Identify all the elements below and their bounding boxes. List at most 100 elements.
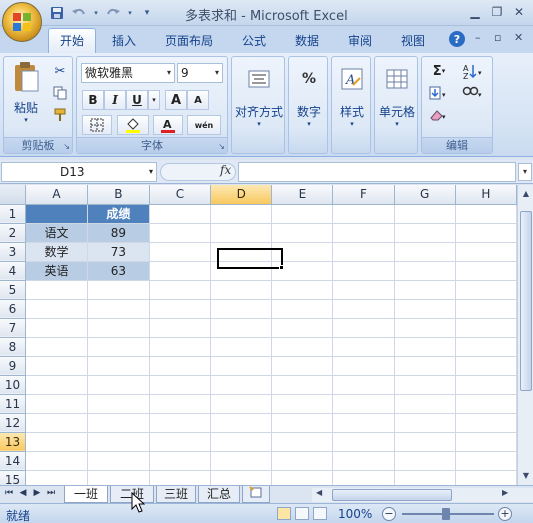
cells-button[interactable]: 单元格 ▾: [376, 63, 418, 128]
page-layout-view-icon[interactable]: [295, 507, 309, 520]
next-sheet-icon[interactable]: ▶: [31, 488, 43, 502]
cell-h3[interactable]: [455, 242, 517, 262]
cell-d2[interactable]: [210, 223, 273, 243]
cell[interactable]: [210, 451, 273, 471]
cell-h4[interactable]: [455, 261, 517, 281]
cell-c4[interactable]: [149, 261, 212, 281]
cell[interactable]: [87, 394, 150, 414]
cell[interactable]: [25, 318, 88, 338]
tab-view[interactable]: 视图: [401, 32, 425, 49]
cell-c3[interactable]: [149, 242, 212, 262]
cell[interactable]: [210, 280, 273, 300]
cell[interactable]: [394, 394, 456, 414]
cell[interactable]: [394, 451, 456, 471]
cell[interactable]: [394, 280, 456, 300]
cell[interactable]: [332, 299, 395, 319]
cell[interactable]: [455, 337, 517, 357]
worksheet-grid[interactable]: A B C D E F G H 1 成绩 2 语文 89 3 数学 73 4 英…: [0, 185, 517, 485]
cell[interactable]: [394, 413, 456, 433]
cell[interactable]: [210, 432, 273, 452]
underline-dropdown-icon[interactable]: ▾: [148, 90, 160, 110]
fill-button[interactable]: ▾: [426, 83, 452, 103]
row-header-13[interactable]: 13: [0, 432, 26, 452]
cell-e1[interactable]: [271, 204, 334, 224]
autosum-button[interactable]: Σ ▾: [426, 61, 452, 81]
cell[interactable]: [149, 413, 212, 433]
first-sheet-icon[interactable]: ⏮: [3, 488, 15, 502]
cell[interactable]: [394, 337, 456, 357]
cell[interactable]: [455, 375, 517, 395]
cell[interactable]: [271, 280, 334, 300]
cell[interactable]: [332, 375, 395, 395]
tab-insert[interactable]: 插入: [112, 32, 136, 49]
last-sheet-icon[interactable]: ⏭: [45, 488, 57, 502]
cell[interactable]: [394, 356, 456, 376]
cell[interactable]: [25, 432, 88, 452]
column-header-a[interactable]: A: [25, 185, 88, 205]
cell-g1[interactable]: [394, 204, 456, 224]
cell[interactable]: [25, 375, 88, 395]
undo-dropdown-icon[interactable]: ▾: [92, 4, 100, 22]
cell-b2[interactable]: 89: [87, 223, 150, 243]
cell[interactable]: [25, 299, 88, 319]
select-all-corner[interactable]: [0, 185, 26, 205]
cell[interactable]: [149, 375, 212, 395]
cell[interactable]: [87, 413, 150, 433]
row-header-6[interactable]: 6: [0, 299, 26, 319]
cell[interactable]: [149, 394, 212, 414]
help-icon[interactable]: ?: [449, 31, 465, 47]
tab-formulas[interactable]: 公式: [242, 32, 266, 49]
row-header-7[interactable]: 7: [0, 318, 26, 338]
row-header-3[interactable]: 3: [0, 242, 26, 262]
cell[interactable]: [25, 337, 88, 357]
column-header-d[interactable]: D: [210, 185, 273, 205]
cell[interactable]: [271, 375, 334, 395]
cell-e2[interactable]: [271, 223, 334, 243]
column-header-g[interactable]: G: [394, 185, 456, 205]
cell[interactable]: [210, 299, 273, 319]
cell[interactable]: [332, 280, 395, 300]
cell[interactable]: [271, 356, 334, 376]
cell[interactable]: [149, 356, 212, 376]
save-icon[interactable]: [48, 4, 66, 22]
cell[interactable]: [332, 318, 395, 338]
bold-button[interactable]: B: [82, 90, 104, 110]
cell-d13-selected[interactable]: [149, 432, 212, 452]
name-box-dropdown-icon[interactable]: ▾: [149, 163, 153, 181]
row-header-14[interactable]: 14: [0, 451, 26, 471]
cell-h1[interactable]: [455, 204, 517, 224]
cell-c2[interactable]: [149, 223, 212, 243]
fill-color-button[interactable]: [117, 115, 149, 135]
scroll-left-icon[interactable]: ◀: [316, 488, 322, 497]
cell[interactable]: [87, 280, 150, 300]
column-header-c[interactable]: C: [149, 185, 212, 205]
row-header-4[interactable]: 4: [0, 261, 26, 281]
column-header-b[interactable]: B: [87, 185, 150, 205]
cell[interactable]: [25, 451, 88, 471]
sheet-tab-3[interactable]: 三班: [156, 486, 196, 503]
cell[interactable]: [455, 356, 517, 376]
cell[interactable]: [87, 451, 150, 471]
copy-icon[interactable]: [50, 83, 70, 103]
cell[interactable]: [25, 394, 88, 414]
cell-c1[interactable]: [149, 204, 212, 224]
cell[interactable]: [149, 280, 212, 300]
cell[interactable]: [271, 337, 334, 357]
zoom-in-icon[interactable]: +: [498, 507, 512, 521]
row-header-10[interactable]: 10: [0, 375, 26, 395]
cell[interactable]: [149, 318, 212, 338]
cell[interactable]: [455, 413, 517, 433]
cell[interactable]: [271, 318, 334, 338]
cell[interactable]: [210, 337, 273, 357]
alignment-button[interactable]: 对齐方式 ▾: [234, 63, 284, 128]
insert-sheet-icon[interactable]: [242, 486, 270, 503]
tab-review[interactable]: 审阅: [348, 32, 372, 49]
row-header-5[interactable]: 5: [0, 280, 26, 300]
cell[interactable]: [271, 470, 334, 485]
cell[interactable]: [394, 299, 456, 319]
cell-h2[interactable]: [455, 223, 517, 243]
vertical-scrollbar[interactable]: ▲ ▼: [517, 185, 533, 485]
row-header-11[interactable]: 11: [0, 394, 26, 414]
cell[interactable]: [455, 318, 517, 338]
cut-icon[interactable]: ✂: [50, 61, 70, 81]
